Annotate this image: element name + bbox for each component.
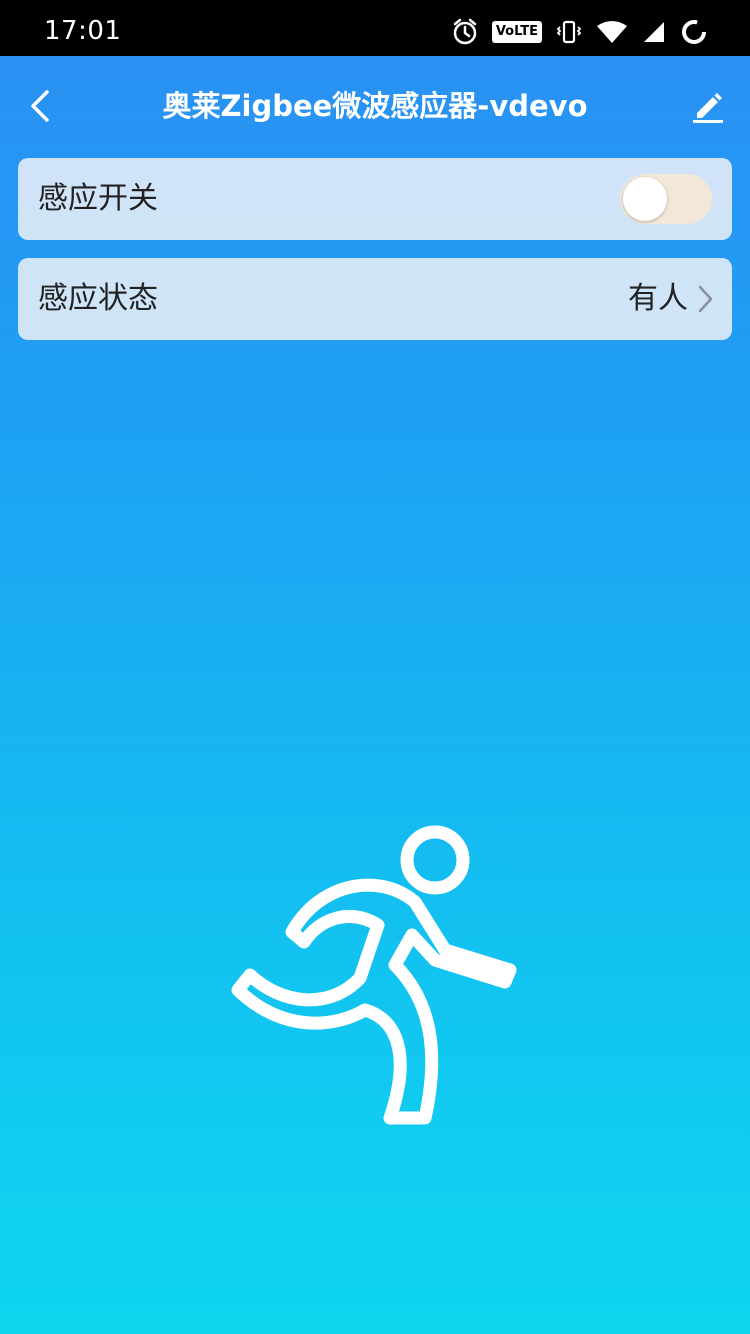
- signal-icon: [642, 20, 666, 44]
- toggle-knob: [623, 177, 667, 221]
- back-button[interactable]: [18, 78, 62, 134]
- volte-icon: VoLTE: [491, 21, 542, 43]
- wifi-icon: [596, 20, 628, 44]
- vibrate-icon: [556, 19, 582, 45]
- pencil-icon: [693, 93, 723, 123]
- sensing-switch-row: 感应开关: [18, 158, 732, 240]
- status-bar: 17:01 VoLTE: [0, 0, 750, 56]
- page-title: 奥莱Zigbee微波感应器-vdevo: [162, 89, 588, 123]
- sensing-status-value: 有人: [628, 281, 688, 316]
- chevron-left-icon: [31, 90, 49, 122]
- sensing-status-row[interactable]: 感应状态 有人: [18, 258, 732, 340]
- loading-icon: [680, 18, 708, 46]
- header-bar: 奥莱Zigbee微波感应器-vdevo: [0, 56, 750, 156]
- status-icons: VoLTE: [452, 12, 708, 52]
- sensing-switch-toggle[interactable]: [620, 174, 712, 224]
- chevron-right-icon: [698, 285, 713, 313]
- status-time: 17:01: [44, 16, 122, 46]
- sensing-switch-label: 感应开关: [38, 181, 158, 216]
- alarm-icon: [452, 18, 478, 46]
- running-person-icon: [231, 825, 517, 1125]
- edit-button[interactable]: [684, 82, 732, 130]
- sensing-status-label: 感应状态: [38, 281, 158, 316]
